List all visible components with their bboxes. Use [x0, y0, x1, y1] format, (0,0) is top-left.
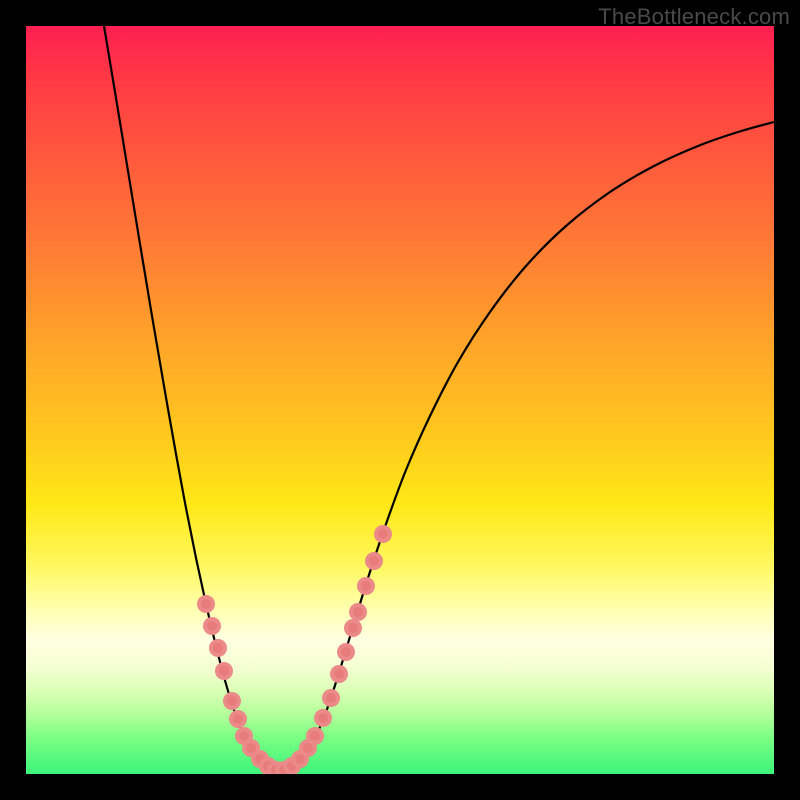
data-marker-core — [201, 599, 211, 609]
data-marker-core — [341, 647, 351, 657]
data-markers-group — [197, 525, 392, 774]
data-marker-core — [213, 643, 223, 653]
chart-svg — [26, 26, 774, 774]
chart-canvas — [26, 26, 774, 774]
data-marker-core — [353, 607, 363, 617]
data-marker-core — [348, 623, 358, 633]
data-marker-core — [233, 714, 243, 724]
watermark-text: TheBottleneck.com — [598, 4, 790, 30]
data-marker-core — [369, 556, 379, 566]
data-marker-core — [246, 743, 256, 753]
bottleneck-curve — [104, 26, 774, 770]
data-marker-core — [310, 731, 320, 741]
data-marker-core — [303, 743, 313, 753]
data-marker-core — [378, 529, 388, 539]
data-marker-core — [334, 669, 344, 679]
data-marker-core — [239, 731, 249, 741]
data-marker-core — [318, 713, 328, 723]
data-marker-core — [227, 696, 237, 706]
data-marker-core — [207, 621, 217, 631]
data-marker-core — [361, 581, 371, 591]
data-marker-core — [219, 666, 229, 676]
data-marker-core — [326, 693, 336, 703]
